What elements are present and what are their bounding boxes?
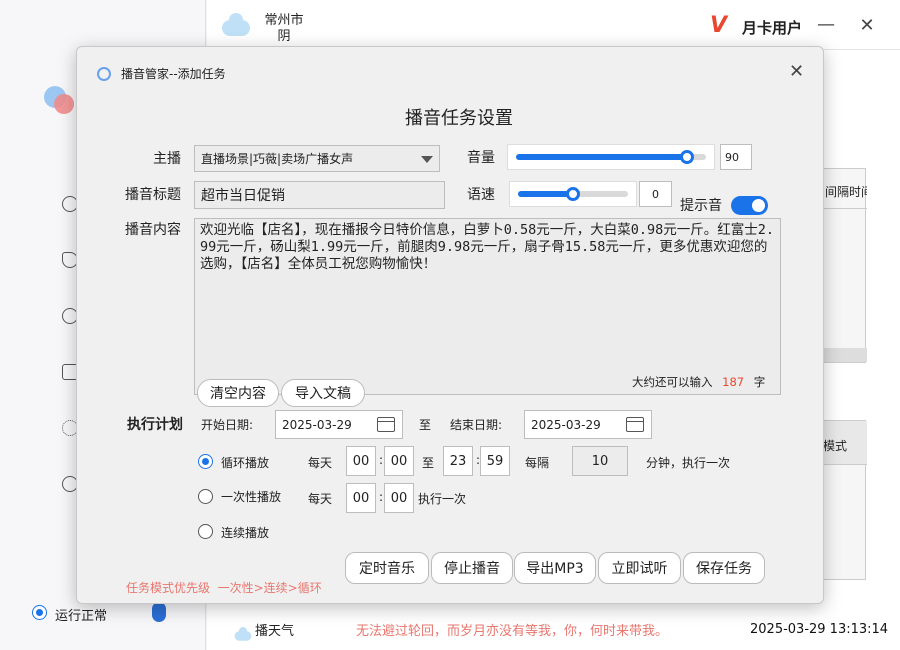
import-script-button[interactable]: 导入文稿 [281, 379, 365, 407]
dialog-close-icon[interactable]: ✕ [789, 61, 804, 82]
add-task-dialog: 播音管家--添加任务 ✕ 播音任务设置 主播 直播场景|巧薇|卖场广播女声 音量… [76, 46, 824, 604]
weather-broadcast-button[interactable]: 播天气 [255, 620, 294, 639]
dialog-title: 播音管家--添加任务 [121, 67, 226, 81]
loop-radio[interactable] [198, 454, 213, 469]
calendar-icon[interactable] [626, 417, 644, 432]
loop-label[interactable]: 循环播放 [221, 454, 269, 471]
loop-start-hour[interactable]: 00 [346, 446, 376, 476]
start-date-label: 开始日期: [201, 418, 254, 432]
end-date-label: 结束日期: [450, 418, 503, 432]
interval-label: 每隔 [525, 456, 550, 470]
title-label: 播音标题 [125, 187, 181, 203]
once-hour[interactable]: 00 [346, 483, 376, 513]
anchor-value: 直播场景|巧薇|卖场广播女声 [201, 152, 354, 166]
status-text: 运行正常 [55, 609, 108, 624]
continuous-radio[interactable] [198, 524, 213, 539]
speed-value[interactable]: 0 [639, 181, 672, 207]
once-every-day: 每天 [308, 492, 333, 506]
anchor-label: 主播 [153, 151, 181, 167]
volume-slider-box [507, 144, 715, 170]
loop-end-minute[interactable]: 59 [480, 446, 510, 476]
volume-label: 音量 [467, 150, 495, 166]
app-logo-icon-2 [54, 94, 74, 114]
schedule-table: 模式 [820, 420, 867, 580]
datetime: 2025-03-29 13:13:14 [750, 622, 889, 637]
loop-start-minute[interactable]: 00 [384, 446, 414, 476]
loop-to-label: 至 [422, 456, 435, 470]
shield-status-icon [152, 602, 166, 622]
loop-every-day: 每天 [308, 456, 333, 470]
weather-city: 常州市 [264, 13, 304, 28]
anchor-select[interactable]: 直播场景|巧薇|卖场广播女声 [194, 145, 440, 172]
priority-note: 任务模式优先级 一次性>连续>循环 [126, 581, 322, 595]
speed-slider[interactable] [518, 187, 628, 201]
prompt-sound-toggle[interactable] [731, 196, 768, 215]
export-mp3-button[interactable]: 导出MP3 [514, 552, 596, 584]
once-suffix: 执行一次 [418, 492, 467, 506]
end-date-value: 2025-03-29 [531, 417, 601, 432]
start-date-input[interactable]: 2025-03-29 [275, 410, 403, 439]
loop-end-hour[interactable]: 23 [443, 446, 473, 476]
speed-fill [518, 191, 573, 197]
calendar-icon[interactable] [377, 417, 395, 432]
start-date-value: 2025-03-29 [282, 417, 352, 432]
minimize-button[interactable]: — [813, 12, 839, 38]
title-input[interactable]: 超市当日促销 [194, 181, 445, 209]
close-app-button[interactable]: ✕ [854, 13, 880, 39]
toggle-knob [752, 199, 765, 212]
once-minute[interactable]: 00 [384, 483, 414, 513]
vip-logo-icon: V [710, 13, 728, 38]
save-task-button[interactable]: 保存任务 [683, 552, 765, 584]
content-text: 欢迎光临【店名】，现在播报今日特价信息，白萝卜0.58元一斤，大白菜0.98元一… [200, 222, 775, 272]
dialog-logo-icon [97, 67, 111, 81]
timer-music-button[interactable]: 定时音乐 [345, 552, 429, 584]
volume-fill [516, 154, 687, 160]
continuous-label[interactable]: 连续播放 [221, 524, 269, 541]
date-to-label: 至 [419, 418, 432, 432]
remaining-prefix: 大约还可以输入 [632, 375, 713, 389]
dialog-heading: 播音任务设置 [405, 108, 513, 129]
content-label: 播音内容 [125, 222, 181, 238]
stop-broadcast-button[interactable]: 停止播音 [431, 552, 513, 584]
scrollbar[interactable] [821, 348, 867, 362]
interval-input[interactable]: 10 [572, 446, 628, 476]
end-date-input[interactable]: 2025-03-29 [524, 410, 652, 439]
weather-cloud-icon [234, 627, 252, 641]
speed-handle[interactable] [566, 187, 580, 201]
remaining-suffix: 字 [753, 375, 766, 389]
table-header-mode: 模式 [821, 421, 867, 465]
weather-state: 阴 [277, 29, 291, 44]
volume-value[interactable]: 90 [720, 144, 752, 170]
volume-slider[interactable] [516, 150, 706, 164]
content-textarea[interactable]: 欢迎光临【店名】，现在播报今日特价信息，白萝卜0.58元一斤，大白菜0.98元一… [194, 218, 781, 395]
speed-slider-box [509, 181, 637, 207]
try-listen-button[interactable]: 立即试听 [598, 552, 681, 584]
remaining-count: 187 [722, 375, 745, 389]
task-table: 间隔时间 [820, 168, 867, 363]
plan-label: 执行计划 [127, 417, 183, 433]
quote-text: 无法避过轮回，而岁月亦没有等我，你，何时来带我。 [356, 624, 669, 639]
colon: : [379, 453, 384, 467]
remaining-hint: 大约还可以输入 187 字 [632, 374, 765, 390]
once-radio[interactable] [198, 489, 213, 504]
prompt-sound-label: 提示音 [680, 198, 722, 214]
status-radio [32, 605, 47, 620]
user-label[interactable]: 月卡用户 [742, 17, 802, 38]
volume-handle[interactable] [680, 150, 694, 164]
colon: : [379, 490, 384, 504]
chevron-down-icon [421, 156, 433, 163]
cloud-icon [222, 13, 250, 36]
interval-suffix: 分钟，执行一次 [646, 456, 731, 470]
speed-label: 语速 [467, 187, 495, 203]
clear-content-button[interactable]: 清空内容 [197, 379, 279, 407]
table-header-interval: 间隔时间 [821, 169, 867, 209]
once-label[interactable]: 一次性播放 [221, 488, 281, 505]
